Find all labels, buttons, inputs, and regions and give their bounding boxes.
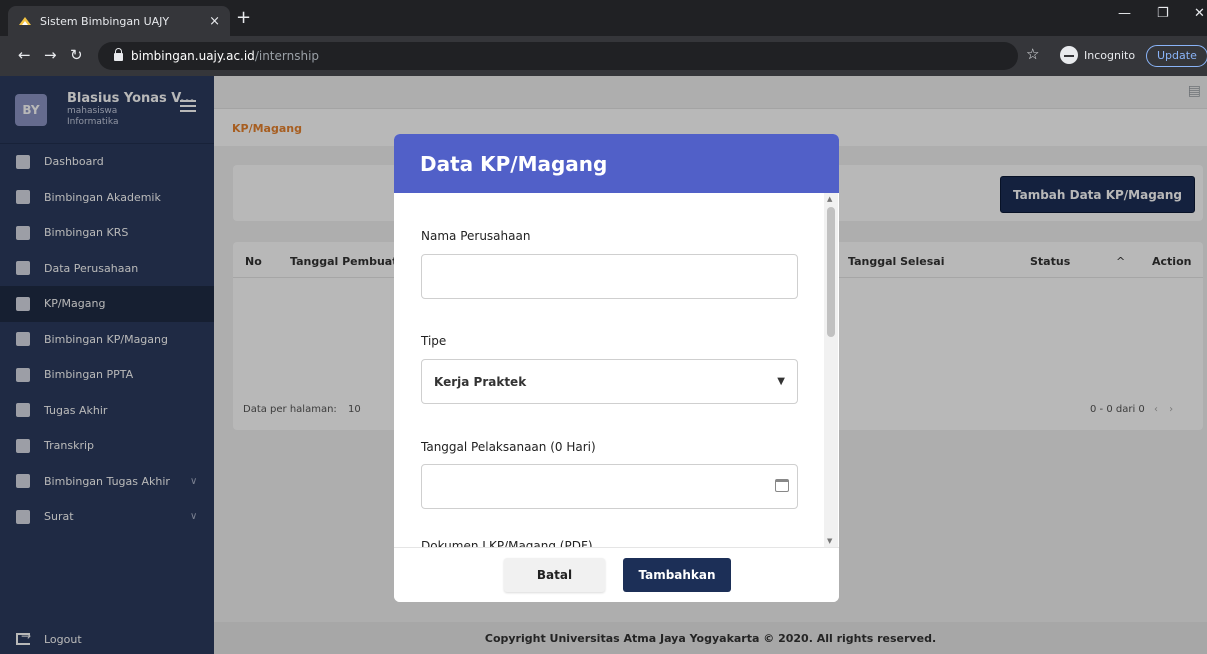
tab-title: Sistem Bimbingan UAJY [40, 14, 170, 28]
company-name-input[interactable] [421, 254, 798, 299]
back-icon[interactable]: ← [18, 48, 31, 63]
type-select-value: Kerja Praktek [434, 374, 527, 389]
bookmark-star-icon[interactable]: ☆ [1026, 45, 1039, 63]
calendar-icon[interactable] [775, 479, 789, 492]
maximize-icon[interactable]: ❐ [1157, 6, 1169, 21]
forward-icon[interactable]: → [44, 48, 57, 63]
scrollbar-thumb[interactable] [827, 207, 835, 337]
cancel-button[interactable]: Batal [504, 558, 605, 592]
reload-icon[interactable]: ↻ [70, 48, 83, 63]
scroll-down-icon[interactable]: ▼ [827, 537, 832, 545]
url-path: /internship [254, 49, 320, 63]
chevron-down-icon: ▼ [777, 376, 785, 387]
type-select[interactable]: Kerja Praktek ▼ [421, 359, 798, 404]
modal-body: Nama Perusahaan Tipe Kerja Praktek ▼ Tan… [394, 193, 839, 547]
url-host: bimbingan.uajy.ac.id [131, 49, 255, 63]
modal-footer: Batal Tambahkan [394, 547, 839, 602]
submit-button[interactable]: Tambahkan [623, 558, 731, 592]
report-document-label: Dokumen LKP/Magang (PDF) [421, 539, 593, 547]
tab-close-icon[interactable]: × [209, 14, 220, 29]
url-field[interactable]: bimbingan.uajy.ac.id/internship [98, 42, 1018, 70]
address-bar-row: ← → ↻ bimbingan.uajy.ac.id/internship ☆ … [0, 36, 1207, 76]
incognito-icon [1060, 46, 1078, 64]
date-range-input[interactable] [421, 464, 798, 509]
type-label: Tipe [421, 334, 447, 348]
update-button[interactable]: Update [1146, 45, 1207, 67]
internship-modal: Data KP/Magang Nama Perusahaan Tipe Kerj… [394, 134, 839, 602]
incognito-label: Incognito [1084, 48, 1136, 62]
scroll-up-icon[interactable]: ▲ [827, 195, 832, 203]
close-window-icon[interactable]: ✕ [1194, 6, 1205, 21]
minimize-icon[interactable]: — [1118, 6, 1131, 21]
browser-tab[interactable]: Sistem Bimbingan UAJY × [8, 6, 230, 36]
modal-title: Data KP/Magang [394, 134, 839, 193]
site-favicon-icon [18, 14, 32, 28]
incognito-indicator[interactable]: Incognito [1060, 46, 1135, 64]
company-name-label: Nama Perusahaan [421, 229, 531, 243]
browser-tab-bar: Sistem Bimbingan UAJY × + — ❐ ✕ [0, 0, 1207, 36]
date-label: Tanggal Pelaksanaan (0 Hari) [421, 440, 596, 454]
modal-scrollbar[interactable]: ▲ ▼ [824, 193, 838, 547]
lock-icon [114, 48, 123, 61]
new-tab-button[interactable]: + [236, 9, 251, 27]
